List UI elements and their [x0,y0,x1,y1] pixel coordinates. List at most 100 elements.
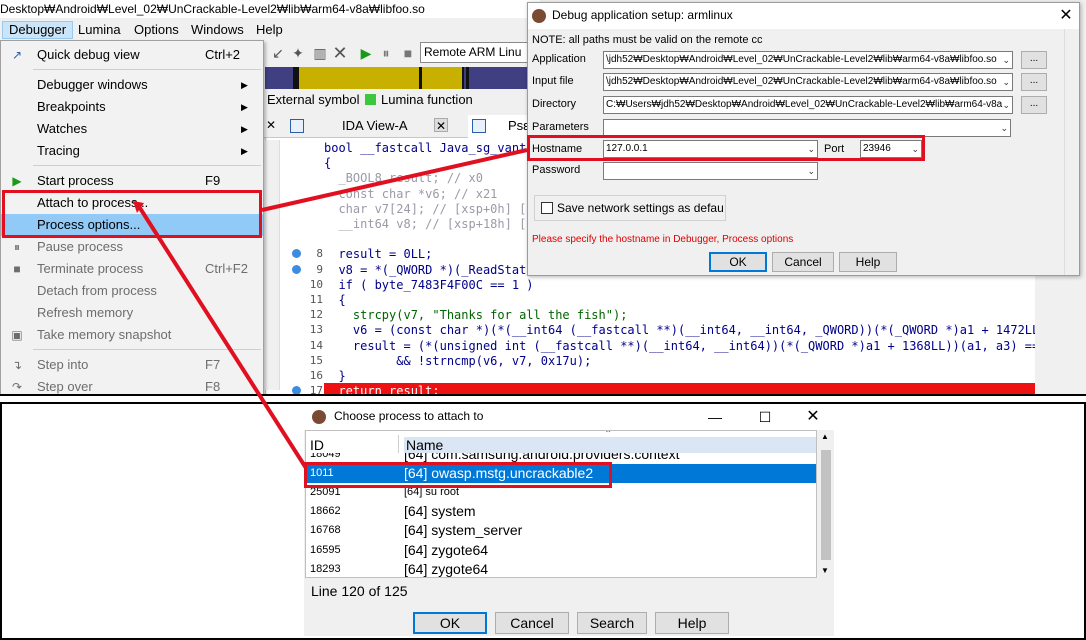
setup-scrollbar[interactable] [1064,29,1079,275]
menu-separator [33,69,261,70]
menu-pause-process[interactable]: ⏸ Pause process [1,236,263,258]
menu-tracing[interactable]: Tracing ▶ [1,140,263,162]
menu-help[interactable]: Help [250,21,289,39]
breakpoint-dot-icon[interactable] [292,264,301,274]
code-line[interactable]: _BOOL8 result; // x0 [324,170,483,186]
chevron-down-icon: ⌄ [1002,100,1010,110]
code-line[interactable]: strcpy(v7, "Thanks for all the fish"); [324,307,628,323]
menu-item-label: Tracing [37,143,80,158]
scrollbar-thumb[interactable] [821,450,831,560]
code-line[interactable]: } [324,368,345,384]
minimize-icon[interactable]: — [704,406,726,428]
menu-item-label: Debugger windows [37,77,148,92]
code-line[interactable]: const char *v6; // x21 [324,186,497,202]
tab-pseudocode-label: Psε [508,118,529,133]
process-list-scrollbar[interactable]: ▲ ▼ [818,430,834,578]
code-line[interactable]: result = (*(unsigned int (__fastcall **)… [324,338,1035,354]
navigator-band[interactable] [265,67,535,89]
menu-windows[interactable]: Windows [185,21,250,39]
menu-options[interactable]: Options [128,21,185,39]
directory-label: Directory [532,98,577,110]
menu-item-shortcut: F9 [205,173,221,188]
attach-search-button[interactable]: Search [577,612,647,634]
menu-quick-debug-view[interactable]: ↗ Quick debug view Ctrl+2 [1,44,263,66]
attach-ok-button[interactable]: OK [413,612,487,634]
process-row[interactable]: 16595 [64] zygote64 [306,541,816,560]
application-value: \jdh52₩Desktop₩Android₩Level_02₩UnCracka… [606,54,997,65]
start-process-icon[interactable]: ▶ [357,44,375,62]
toolbar-arrow-icon[interactable]: ↙ [269,44,287,62]
code-line[interactable]: if ( byte_7483F4F00C == 1 ) [324,277,533,293]
menu-separator [33,165,261,166]
chevron-down-icon: ⌄ [1000,123,1008,133]
code-line[interactable]: bool __fastcall Java_sg_vant [324,140,526,156]
menu-detach-from-process[interactable]: Detach from process [1,280,263,302]
breakpoint-dot-icon[interactable] [292,386,301,394]
process-row[interactable]: 16768 [64] system_server [306,521,816,540]
directory-browse-button[interactable]: ... [1021,96,1047,114]
process-row[interactable]: 18662 [64] system [306,502,816,521]
pause-icon[interactable]: ⏸ [377,44,395,62]
setup-close-icon[interactable]: ✕ [1055,5,1077,27]
save-network-settings-checkbox[interactable]: Save network settings as defau [534,195,726,221]
directory-combo[interactable]: C:₩Users₩jdh52₩Desktop₩Android₩Level_02₩… [603,96,1013,114]
maximize-icon[interactable]: ☐ [754,406,776,428]
tab-close-icon[interactable]: ✕ [264,118,278,132]
menu-terminate-process[interactable]: ■ Terminate process Ctrl+F2 [1,258,263,280]
code-line[interactable]: && !strncmp(v6, v7, 0x17u); [324,353,591,369]
code-line[interactable]: char v7[24]; // [xsp+0h] [x [324,201,533,217]
input-file-combo[interactable]: \jdh52₩Desktop₩Android₩Level_02₩UnCracka… [603,73,1013,91]
stop-icon[interactable]: ■ [399,44,417,62]
debugger-select[interactable]: Remote ARM Linu [420,42,540,63]
application-browse-button[interactable]: ... [1021,51,1047,69]
code-line[interactable]: return result; [324,383,1035,394]
menu-step-into[interactable]: ↴ Step into F7 [1,354,263,376]
attach-cancel-button[interactable]: Cancel [495,612,569,634]
code-line[interactable]: v6 = (const char *)(*(__int64 (__fastcal… [324,322,1035,338]
application-combo[interactable]: \jdh52₩Desktop₩Android₩Level_02₩UnCracka… [603,51,1013,69]
chevron-down-icon: ⌄ [1002,55,1010,65]
toolbar-close-icon[interactable]: ✕ [331,44,349,62]
toolbar-tool-icon[interactable]: ✦ [289,44,307,62]
lumina-swatch [365,94,376,105]
input-file-browse-button[interactable]: ... [1021,73,1047,91]
menu-step-over[interactable]: ↷ Step over F8 [1,376,263,394]
menu-watches[interactable]: Watches ▶ [1,118,263,140]
attach-help-button[interactable]: Help [655,612,729,634]
code-line[interactable]: { [324,155,331,171]
menu-item-shortcut: Ctrl+F2 [205,261,248,276]
setup-cancel-button[interactable]: Cancel [772,252,834,272]
process-name: [64] system [404,503,476,520]
close-icon[interactable]: ✕ [802,406,824,428]
code-scrollbar[interactable] [265,140,280,390]
password-combo[interactable]: ⌄ [603,162,818,180]
menu-item-label: Take memory snapshot [37,327,172,342]
chevron-down-icon: ⌄ [807,166,815,176]
code-line[interactable]: { [324,292,345,308]
toolbar-chart-icon[interactable]: ▥ [311,44,329,62]
code-line[interactable]: __int64 v8; // [xsp+18h] [x [324,216,533,232]
menu-debugger-windows[interactable]: Debugger windows ▶ [1,74,263,96]
menu-take-memory-snapshot[interactable]: ▣ Take memory snapshot [1,324,263,346]
menu-start-process[interactable]: ▶ Start process F9 [1,170,263,192]
code-line[interactable]: v8 = *(_QWORD *)(_ReadStatu [324,262,533,278]
menu-breakpoints[interactable]: Breakpoints ▶ [1,96,263,118]
menu-refresh-memory[interactable]: Refresh memory [1,302,263,324]
column-header-id[interactable]: ID [310,437,324,453]
process-row[interactable]: 18293 [64] zygote64 [306,560,816,577]
menu-item-label: Pause process [37,239,123,254]
directory-value: C:₩Users₩jdh52₩Desktop₩Android₩Level_02₩… [606,99,1003,110]
process-name: [64] system_server [404,522,523,539]
process-list[interactable]: 18049 [64] com.samsung.android.providers.… [305,430,817,578]
code-line[interactable]: result = 0LL; [324,246,432,262]
setup-help-button[interactable]: Help [839,252,897,272]
submenu-arrow-icon: ▶ [241,102,248,112]
menu-lumina[interactable]: Lumina [72,21,127,39]
setup-ok-button[interactable]: OK [709,252,767,272]
tab-ida-view-close-icon[interactable]: ✕ [434,118,448,133]
scroll-down-icon[interactable]: ▼ [821,566,829,575]
tab-ida-view[interactable]: IDA View-A [286,115,408,138]
menu-debugger[interactable]: Debugger [2,21,74,39]
setup-titlebar: Debug application setup: armlinux ✕ [528,3,1079,29]
scroll-up-icon[interactable]: ▲ [821,432,829,441]
